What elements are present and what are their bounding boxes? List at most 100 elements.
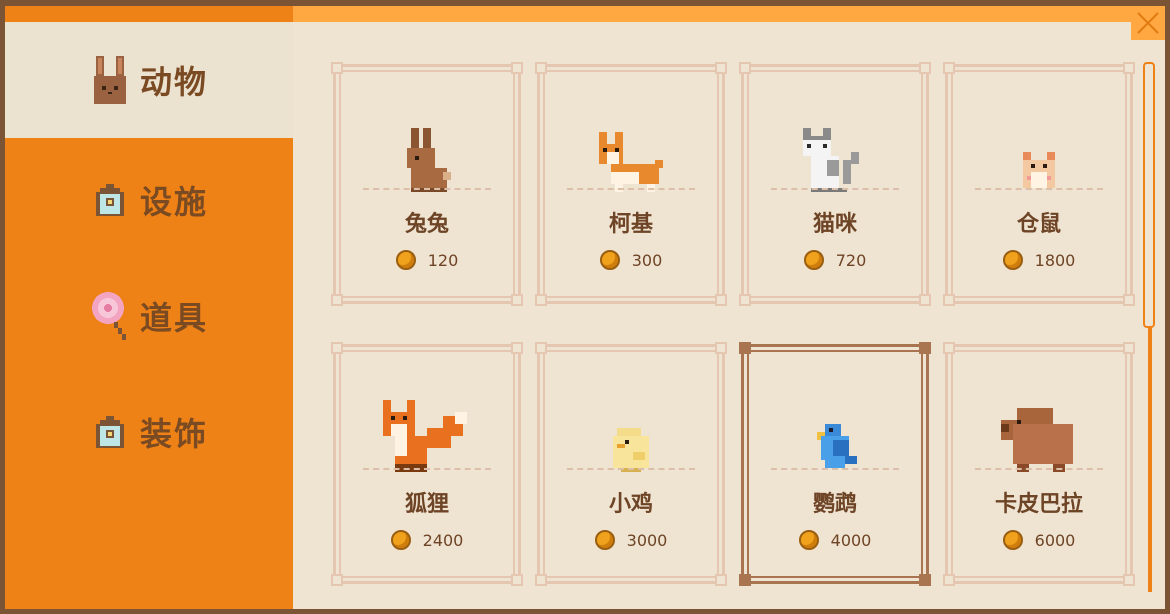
card-corner — [331, 294, 343, 306]
parrot-icon — [741, 400, 929, 472]
card-corner — [715, 342, 727, 354]
cat-icon — [741, 120, 929, 192]
coin-icon — [599, 250, 620, 270]
item-price: 3000 — [537, 530, 725, 550]
card-corner — [511, 342, 523, 354]
coin-icon — [594, 530, 615, 550]
item-price: 1800 — [945, 250, 1133, 270]
item-card[interactable]: 卡皮巴拉 6000 — [943, 342, 1135, 586]
house-icon — [90, 408, 130, 456]
item-name: 兔兔 — [404, 212, 449, 237]
card-ground-line — [363, 188, 491, 193]
card-corner — [331, 62, 343, 74]
card-corner — [1123, 294, 1135, 306]
capybara-icon — [945, 400, 1133, 472]
item-card[interactable]: 柯基 300 — [535, 62, 727, 306]
card-corner — [739, 342, 751, 354]
item-price: 2400 — [333, 530, 521, 550]
hamster-icon — [945, 120, 1133, 192]
card-corner — [943, 574, 955, 586]
card-corner — [1123, 574, 1135, 586]
item-name: 柯基 — [608, 212, 653, 237]
item-name: 小鸡 — [608, 492, 653, 517]
item-name: 狐狸 — [404, 492, 449, 517]
card-corner — [1123, 62, 1135, 74]
item-name: 仓鼠 — [1016, 212, 1061, 237]
title-bar-accent — [5, 6, 293, 22]
item-card[interactable]: 小鸡 3000 — [535, 342, 727, 586]
card-corner — [511, 574, 523, 586]
item-price-value: 3000 — [626, 530, 668, 550]
item-price: 6000 — [945, 530, 1133, 550]
card-corner — [715, 294, 727, 306]
coin-icon — [1002, 250, 1023, 270]
scrollbar-thumb[interactable] — [1143, 62, 1155, 328]
card-corner — [919, 62, 931, 74]
card-corner — [739, 62, 751, 74]
card-corner — [739, 294, 751, 306]
tab-animals[interactable]: 动物 — [5, 22, 293, 138]
coin-icon — [798, 530, 819, 550]
item-price-value: 6000 — [1034, 530, 1076, 550]
scrollbar[interactable] — [1143, 62, 1155, 592]
tab-decorations-label: 装饰 — [139, 415, 208, 453]
item-price-value: 2400 — [422, 530, 464, 550]
card-corner — [919, 574, 931, 586]
card-corner — [715, 574, 727, 586]
card-corner — [943, 294, 955, 306]
shop-window: 动物 设施 道具 装饰 兔兔 120 柯基 300 猫咪 720 仓鼠 1800… — [0, 0, 1170, 614]
house-icon — [90, 176, 130, 224]
item-price: 300 — [537, 250, 725, 270]
card-corner — [919, 342, 931, 354]
card-corner — [1123, 342, 1135, 354]
card-ground-line — [771, 468, 899, 473]
card-corner — [943, 342, 955, 354]
title-bar — [5, 6, 1165, 22]
card-corner — [535, 294, 547, 306]
item-card[interactable]: 鹦鹉 4000 — [739, 342, 931, 586]
item-price-value: 120 — [427, 250, 459, 270]
item-price: 4000 — [741, 530, 929, 550]
item-name: 猫咪 — [812, 212, 857, 237]
item-card[interactable]: 狐狸 2400 — [331, 342, 523, 586]
item-card[interactable]: 猫咪 720 — [739, 62, 931, 306]
card-corner — [535, 342, 547, 354]
card-ground-line — [975, 188, 1103, 193]
item-price: 120 — [333, 250, 521, 270]
corgi-icon — [537, 120, 725, 192]
item-price-value: 1800 — [1034, 250, 1076, 270]
card-corner — [331, 574, 343, 586]
tab-facilities[interactable]: 设施 — [5, 142, 293, 258]
card-ground-line — [771, 188, 899, 193]
fox-icon — [333, 400, 521, 472]
card-ground-line — [567, 468, 695, 473]
item-name: 卡皮巴拉 — [994, 492, 1083, 517]
card-corner — [919, 294, 931, 306]
item-grid: 兔兔 120 柯基 300 猫咪 720 仓鼠 1800 狐狸 2400 小鸡 … — [293, 22, 1135, 609]
chick-icon — [537, 400, 725, 472]
tab-decorations[interactable]: 装饰 — [5, 374, 293, 490]
tab-items-label: 道具 — [139, 299, 208, 337]
close-icon — [1137, 12, 1159, 34]
item-card[interactable]: 兔兔 120 — [331, 62, 523, 306]
coin-icon — [1002, 530, 1023, 550]
card-ground-line — [363, 468, 491, 473]
item-card[interactable]: 仓鼠 1800 — [943, 62, 1135, 306]
coin-icon — [395, 250, 416, 270]
coin-icon — [390, 530, 411, 550]
tab-animals-label: 动物 — [139, 63, 208, 101]
card-corner — [943, 62, 955, 74]
card-ground-line — [975, 468, 1103, 473]
item-price: 720 — [741, 250, 929, 270]
item-price-value: 4000 — [830, 530, 872, 550]
card-corner — [331, 342, 343, 354]
close-button[interactable] — [1131, 6, 1165, 40]
tab-facilities-label: 设施 — [139, 183, 208, 221]
tab-items[interactable]: 道具 — [5, 258, 293, 374]
item-name: 鹦鹉 — [812, 492, 857, 517]
rabbit-icon — [333, 120, 521, 192]
item-price-value: 300 — [631, 250, 663, 270]
card-corner — [511, 62, 523, 74]
card-corner — [715, 62, 727, 74]
category-sidebar: 动物 设施 道具 装饰 — [5, 22, 293, 609]
